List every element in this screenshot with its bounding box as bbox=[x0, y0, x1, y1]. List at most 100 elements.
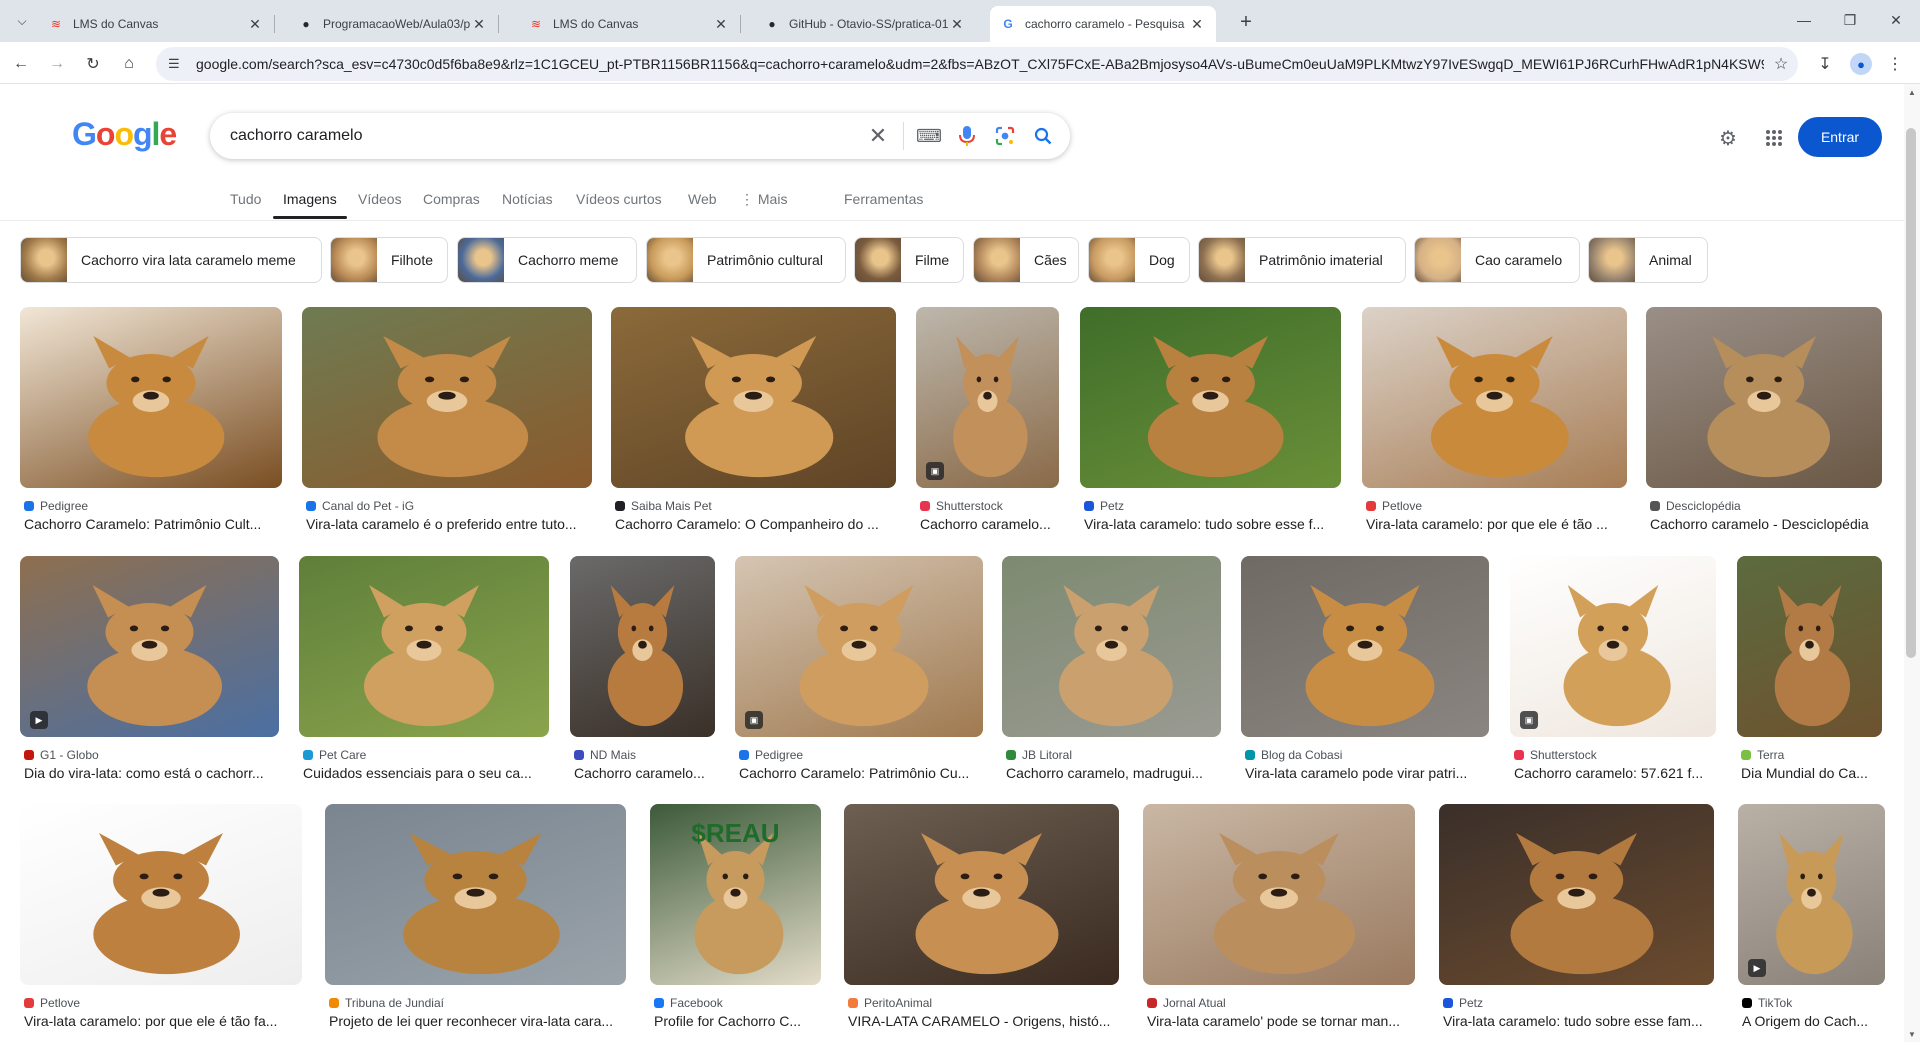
image-result-card[interactable]: Pedigree Cachorro Caramelo: Patrimônio Cu… bbox=[20, 307, 282, 548]
result-thumbnail[interactable] bbox=[325, 804, 626, 985]
image-result-card[interactable]: ▣ Shutterstock Cachorro caramelo: 57.621 f… bbox=[1510, 556, 1716, 797]
related-chip[interactable]: Cao caramelo bbox=[1414, 237, 1580, 283]
clear-search-icon[interactable]: ✕ bbox=[859, 117, 897, 155]
result-source[interactable]: Petlove bbox=[1366, 499, 1422, 513]
result-title[interactable]: Cachorro caramelo... bbox=[574, 765, 711, 781]
result-title[interactable]: Dia do vira-lata: como está o cachorr... bbox=[24, 765, 275, 781]
result-source[interactable]: ND Mais bbox=[574, 748, 636, 762]
result-source[interactable]: Tribuna de Jundiaí bbox=[329, 996, 444, 1010]
close-window-button[interactable]: ✕ bbox=[1872, 0, 1920, 40]
result-source[interactable]: Canal do Pet - iG bbox=[306, 499, 414, 513]
result-title[interactable]: Cachorro caramelo... bbox=[920, 516, 1055, 532]
search-icon[interactable] bbox=[1024, 117, 1062, 155]
result-title[interactable]: A Origem do Cach... bbox=[1742, 1013, 1881, 1029]
result-title[interactable]: Projeto de lei quer reconhecer vira-lata… bbox=[329, 1013, 622, 1029]
related-chip[interactable]: Cachorro vira lata caramelo meme bbox=[20, 237, 322, 283]
result-source[interactable]: Terra bbox=[1741, 748, 1784, 762]
result-source[interactable]: TikTok bbox=[1742, 996, 1792, 1010]
keyboard-icon[interactable]: ⌨ bbox=[910, 117, 948, 155]
image-result-card[interactable]: PeritoAnimal VIRA-LATA CARAMELO - Origens… bbox=[844, 804, 1119, 1045]
result-thumbnail[interactable] bbox=[611, 307, 896, 488]
result-title[interactable]: Vira-lata caramelo' pode se tornar man..… bbox=[1147, 1013, 1411, 1029]
google-apps-icon[interactable] bbox=[1758, 122, 1790, 154]
result-thumbnail[interactable] bbox=[20, 307, 282, 488]
result-thumbnail[interactable] bbox=[570, 556, 715, 737]
browser-tab[interactable]: ≋ LMS do Canvas ✕ bbox=[518, 6, 740, 42]
result-source[interactable]: G1 - Globo bbox=[24, 748, 99, 762]
restore-button[interactable]: ❐ bbox=[1826, 0, 1874, 40]
result-title[interactable]: Profile for Cachorro C... bbox=[654, 1013, 817, 1029]
result-title[interactable]: Cachorro Caramelo: O Companheiro do ... bbox=[615, 516, 892, 532]
result-thumbnail[interactable]: ▶ bbox=[20, 556, 279, 737]
close-tab-icon[interactable]: ✕ bbox=[246, 16, 264, 33]
browser-tab[interactable]: ≋ LMS do Canvas ✕ bbox=[38, 6, 274, 42]
scroll-up-icon[interactable]: ▲ bbox=[1906, 88, 1918, 97]
related-chip[interactable]: Cães bbox=[973, 237, 1079, 283]
related-chip[interactable]: Patrimônio cultural bbox=[646, 237, 846, 283]
result-title[interactable]: Cachorro caramelo, madrugui... bbox=[1006, 765, 1217, 781]
browser-tab[interactable]: ● ProgramacaoWeb/Aula03/port ✕ bbox=[288, 6, 498, 42]
scroll-down-icon[interactable]: ▼ bbox=[1906, 1030, 1918, 1039]
profile-button[interactable]: ● bbox=[1848, 51, 1874, 77]
result-source[interactable]: Shutterstock bbox=[920, 499, 1003, 513]
tab-not-cias[interactable]: Notícias bbox=[502, 191, 553, 207]
result-thumbnail[interactable] bbox=[1646, 307, 1882, 488]
microphone-icon[interactable] bbox=[948, 117, 986, 155]
image-result-card[interactable]: Canal do Pet - iG Vira-lata caramelo é o … bbox=[302, 307, 592, 548]
result-title[interactable]: Vira-lata caramelo: por que ele é tão ..… bbox=[1366, 516, 1623, 532]
tab-v-deos-curtos[interactable]: Vídeos curtos bbox=[576, 191, 662, 207]
related-chip[interactable]: Dog bbox=[1088, 237, 1190, 283]
result-source[interactable]: Shutterstock bbox=[1514, 748, 1597, 762]
result-title[interactable]: Cachorro caramelo: 57.621 f... bbox=[1514, 765, 1712, 781]
result-title[interactable]: Vira-lata caramelo: tudo sobre esse fam.… bbox=[1443, 1013, 1710, 1029]
image-result-card[interactable]: Terra Dia Mundial do Ca... bbox=[1737, 556, 1882, 797]
result-source[interactable]: Blog da Cobasi bbox=[1245, 748, 1342, 762]
result-title[interactable]: VIRA-LATA CARAMELO - Origens, histó... bbox=[848, 1013, 1115, 1029]
result-source[interactable]: Pedigree bbox=[24, 499, 88, 513]
related-chip[interactable]: Filme bbox=[854, 237, 964, 283]
google-lens-icon[interactable] bbox=[986, 117, 1024, 155]
result-thumbnail[interactable] bbox=[302, 307, 592, 488]
google-logo[interactable]: Google bbox=[72, 116, 177, 153]
image-result-card[interactable]: JB Litoral Cachorro caramelo, madrugui... bbox=[1002, 556, 1221, 797]
settings-gear-icon[interactable]: ⚙ bbox=[1712, 122, 1744, 154]
result-title[interactable]: Vira-lata caramelo: tudo sobre esse f... bbox=[1084, 516, 1337, 532]
result-source[interactable]: Desciclopédia bbox=[1650, 499, 1741, 513]
tab-imagens[interactable]: Imagens bbox=[283, 191, 337, 207]
image-result-card[interactable]: Jornal Atual Vira-lata caramelo' pode se … bbox=[1143, 804, 1415, 1045]
result-source[interactable]: Saiba Mais Pet bbox=[615, 499, 712, 513]
tab-search-button[interactable]: ⌵ bbox=[10, 9, 34, 33]
image-result-card[interactable]: Blog da Cobasi Vira-lata caramelo pode vi… bbox=[1241, 556, 1489, 797]
result-thumbnail[interactable] bbox=[1143, 804, 1415, 985]
result-thumbnail[interactable] bbox=[1002, 556, 1221, 737]
result-source[interactable]: Jornal Atual bbox=[1147, 996, 1226, 1010]
result-title[interactable]: Dia Mundial do Ca... bbox=[1741, 765, 1878, 781]
url-text[interactable]: google.com/search?sca_esv=c4730c0d5f6ba8… bbox=[190, 56, 1764, 72]
reload-button[interactable]: ↻ bbox=[80, 51, 106, 77]
result-thumbnail[interactable]: $REAU bbox=[650, 804, 821, 985]
image-result-card[interactable]: $REAU Facebook Profile for Cachorro C... bbox=[650, 804, 821, 1045]
close-tab-icon[interactable]: ✕ bbox=[948, 16, 966, 33]
result-thumbnail[interactable] bbox=[1439, 804, 1714, 985]
result-thumbnail[interactable] bbox=[1737, 556, 1882, 737]
image-result-card[interactable]: ND Mais Cachorro caramelo... bbox=[570, 556, 715, 797]
tab-ferramentas[interactable]: Ferramentas bbox=[844, 191, 923, 207]
result-title[interactable]: Vira-lata caramelo pode virar patri... bbox=[1245, 765, 1485, 781]
result-source[interactable]: Facebook bbox=[654, 996, 723, 1010]
result-source[interactable]: Petz bbox=[1443, 996, 1483, 1010]
image-result-card[interactable]: ▣ Pedigree Cachorro Caramelo: Patrimônio C… bbox=[735, 556, 983, 797]
image-result-card[interactable]: Petz Vira-lata caramelo: tudo sobre esse … bbox=[1439, 804, 1714, 1045]
result-source[interactable]: Pedigree bbox=[739, 748, 803, 762]
result-source[interactable]: Petlove bbox=[24, 996, 80, 1010]
image-result-card[interactable]: Saiba Mais Pet Cachorro Caramelo: O Compa… bbox=[611, 307, 896, 548]
result-thumbnail[interactable] bbox=[1080, 307, 1341, 488]
close-tab-icon[interactable]: ✕ bbox=[712, 16, 730, 33]
result-title[interactable]: Vira-lata caramelo é o preferido entre t… bbox=[306, 516, 588, 532]
related-chip[interactable]: Animal bbox=[1588, 237, 1708, 283]
tab-mais[interactable]: ⋮ Mais bbox=[740, 191, 787, 208]
result-thumbnail[interactable] bbox=[1241, 556, 1489, 737]
browser-tab[interactable]: ● GitHub - Otavio-SS/pratica-01. ✕ bbox=[754, 6, 976, 42]
new-tab-button[interactable]: + bbox=[1232, 8, 1260, 36]
image-result-card[interactable]: Petz Vira-lata caramelo: tudo sobre esse … bbox=[1080, 307, 1341, 548]
address-bar[interactable]: ☰ google.com/search?sca_esv=c4730c0d5f6b… bbox=[156, 47, 1798, 81]
